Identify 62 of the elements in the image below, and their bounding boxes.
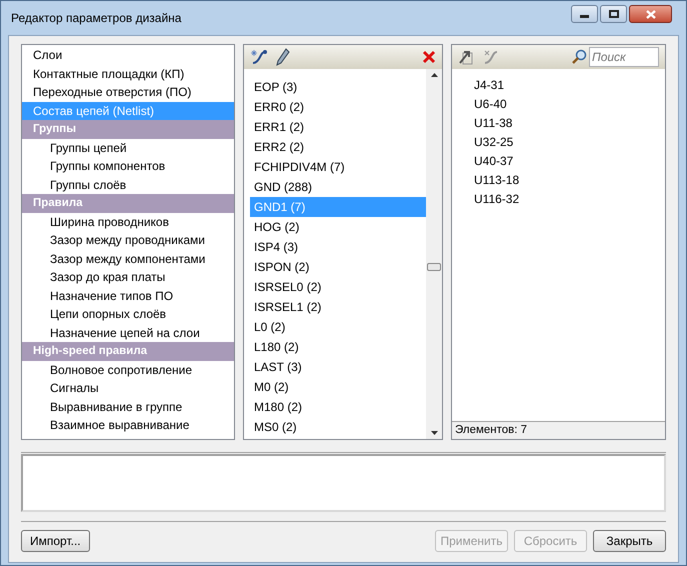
net-item[interactable]: ISP4 (3) bbox=[250, 237, 426, 257]
sidebar-item[interactable]: Цепи опорных слоёв bbox=[22, 305, 234, 324]
sidebar-item[interactable]: Зазор между проводниками bbox=[22, 231, 234, 250]
window-title: Редактор параметров дизайна bbox=[11, 10, 182, 27]
net-item[interactable]: L180 (2) bbox=[250, 337, 426, 357]
sidebar-item[interactable]: Назначение типов ПО bbox=[22, 286, 234, 305]
net-item[interactable]: ERR2 (2) bbox=[250, 137, 426, 157]
scroll-thumb[interactable] bbox=[427, 263, 441, 271]
delete-icon[interactable] bbox=[422, 50, 436, 64]
pin-item[interactable]: U32-25 bbox=[474, 132, 665, 151]
sidebar-item[interactable]: Слои bbox=[22, 46, 234, 64]
net-item[interactable]: ERR0 (2) bbox=[250, 97, 426, 117]
sidebar-item[interactable]: Группы цепей bbox=[22, 138, 234, 157]
pencil-icon[interactable] bbox=[276, 48, 290, 66]
search-icon bbox=[571, 49, 587, 65]
net-item[interactable]: LAST (3) bbox=[250, 357, 426, 377]
sidebar-item[interactable]: Группы слоёв bbox=[22, 176, 234, 194]
net-item[interactable]: ISPON (2) bbox=[250, 257, 426, 277]
net-item[interactable]: L0 (2) bbox=[250, 317, 426, 337]
maximize-button[interactable] bbox=[600, 5, 627, 23]
sidebar-item[interactable]: Ширина проводников bbox=[22, 212, 234, 231]
sidebar-item[interactable]: Контактные площадки (КП) bbox=[22, 64, 234, 83]
scrollbar[interactable] bbox=[426, 69, 442, 439]
net-item[interactable]: M180 (2) bbox=[250, 397, 426, 417]
jump-icon[interactable] bbox=[458, 49, 474, 65]
sidebar-item[interactable]: Зазор между компонентами bbox=[22, 250, 234, 268]
net-item[interactable]: FCHIPDIV4M (7) bbox=[250, 157, 426, 177]
group-header: Группы bbox=[22, 120, 234, 138]
group-header: Правила bbox=[22, 194, 234, 212]
net-item[interactable]: ERR1 (2) bbox=[250, 117, 426, 137]
pin-item[interactable]: U40-37 bbox=[474, 151, 665, 170]
net-item[interactable]: GND (288) bbox=[250, 177, 426, 197]
close-button[interactable] bbox=[629, 5, 672, 23]
scroll-up-icon[interactable] bbox=[430, 73, 438, 77]
net-item[interactable]: EOP (3) bbox=[250, 77, 426, 97]
search-field[interactable]: Поиск bbox=[589, 47, 659, 67]
pin-item[interactable]: U6-40 bbox=[474, 94, 665, 113]
net-item[interactable]: MS0 (2) bbox=[250, 417, 426, 437]
close-icon bbox=[646, 10, 656, 18]
sidebar-item[interactable]: Назначение цепей на слои bbox=[22, 324, 234, 342]
net-item[interactable]: M0 (2) bbox=[250, 377, 426, 397]
status-bar: Элементов: 7 bbox=[452, 421, 665, 439]
net-item[interactable]: HOG (2) bbox=[250, 217, 426, 237]
sidebar-item[interactable]: Волновое сопротивление bbox=[22, 360, 234, 379]
pin-item[interactable]: U113-18 bbox=[474, 170, 665, 189]
sidebar-item[interactable]: Зазор до края платы bbox=[22, 268, 234, 286]
new-net-icon[interactable] bbox=[250, 48, 268, 66]
pin-item[interactable]: U11-38 bbox=[474, 113, 665, 132]
pin-item[interactable]: U116-32 bbox=[474, 189, 665, 208]
sidebar-item[interactable]: Выравнивание в группе bbox=[22, 398, 234, 416]
group-header: High-speed правила bbox=[22, 342, 234, 360]
sidebar-item[interactable]: Группы компонентов bbox=[22, 157, 234, 176]
net-item[interactable]: ISRSEL0 (2) bbox=[250, 277, 426, 297]
sidebar-item[interactable]: Сигналы bbox=[22, 379, 234, 398]
scroll-down-icon[interactable] bbox=[430, 431, 438, 435]
net-item[interactable]: ISRSEL1 (2) bbox=[250, 297, 426, 317]
dialog-button[interactable]: Импорт... bbox=[21, 530, 90, 552]
pin-item[interactable]: J4-31 bbox=[474, 75, 665, 94]
sidebar-item[interactable]: Взаимное выравнивание bbox=[22, 416, 234, 434]
sidebar-item[interactable]: Переходные отверстия (ПО) bbox=[22, 83, 234, 102]
minimize-button[interactable] bbox=[571, 5, 598, 23]
dialog-button[interactable]: Закрыть bbox=[593, 530, 666, 552]
